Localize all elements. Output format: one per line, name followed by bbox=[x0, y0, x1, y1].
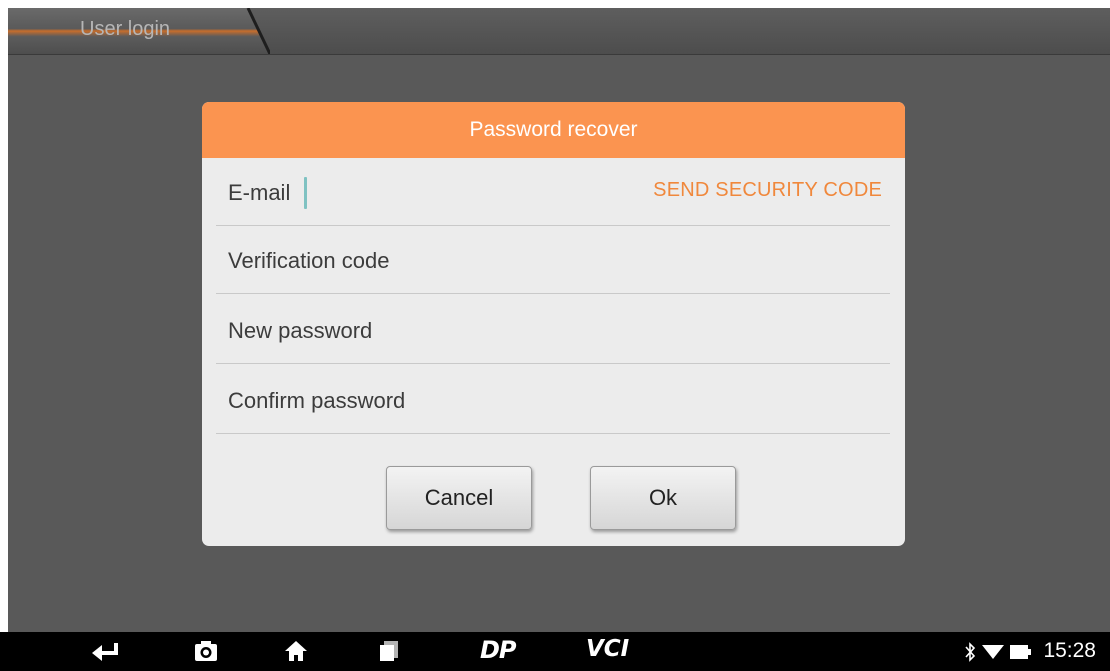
bluetooth-icon bbox=[964, 642, 976, 666]
new-password-label: New password bbox=[228, 317, 373, 343]
camera-icon[interactable] bbox=[194, 640, 218, 666]
wifi-icon bbox=[982, 642, 1004, 664]
verification-code-label: Verification code bbox=[228, 247, 390, 273]
recent-apps-icon[interactable] bbox=[378, 640, 400, 666]
tab-user-login[interactable]: User login bbox=[8, 8, 270, 54]
dialog-title: Password recover bbox=[202, 102, 905, 158]
confirm-password-field[interactable]: Confirm password bbox=[216, 368, 890, 434]
new-password-field[interactable]: New password bbox=[216, 298, 890, 364]
status-time: 15:28 bbox=[1043, 639, 1096, 662]
navigation-bar: DP VCI 15:28 bbox=[0, 632, 1110, 671]
confirm-password-label: Confirm password bbox=[228, 387, 406, 413]
battery-icon bbox=[1010, 644, 1032, 664]
cancel-button[interactable]: Cancel bbox=[386, 466, 532, 530]
text-cursor bbox=[304, 176, 308, 209]
ok-button[interactable]: Ok bbox=[590, 466, 736, 530]
back-icon[interactable] bbox=[90, 641, 120, 667]
email-label: E-mail bbox=[228, 179, 291, 205]
top-bar: User login bbox=[8, 8, 1110, 55]
email-field[interactable]: E-mail SEND SECURITY CODE bbox=[216, 160, 890, 226]
dp-icon[interactable]: DP bbox=[480, 636, 517, 664]
vci-icon[interactable]: VCI bbox=[586, 636, 629, 662]
app-frame: User login Password recover E-mail SEND … bbox=[8, 8, 1110, 632]
send-security-code-link[interactable]: SEND SECURITY CODE bbox=[653, 179, 882, 202]
home-icon[interactable] bbox=[284, 640, 308, 666]
tab-label: User login bbox=[80, 18, 171, 40]
verification-code-field[interactable]: Verification code bbox=[216, 228, 890, 294]
password-recover-dialog: Password recover E-mail SEND SECURITY CO… bbox=[202, 102, 905, 546]
